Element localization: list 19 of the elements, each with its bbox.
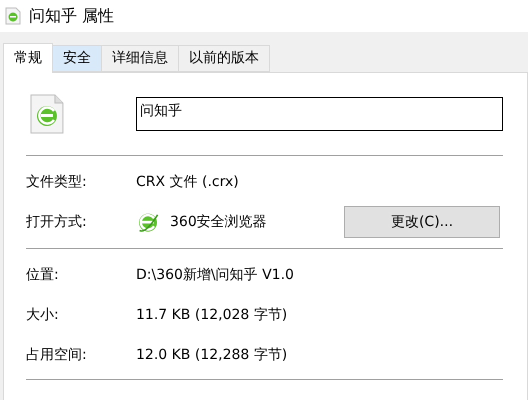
field-label: 大小: bbox=[26, 306, 60, 324]
window-title: 问知乎 属性 bbox=[29, 5, 114, 27]
field-label: 打开方式: bbox=[26, 212, 88, 232]
field-label: 位置: bbox=[26, 266, 60, 284]
tab[interactable]: 常规 bbox=[3, 43, 53, 73]
file-icon bbox=[30, 94, 64, 134]
field-value: 11.7 KB (12,028 字节) bbox=[136, 306, 288, 324]
field-value: 12.0 KB (12,288 字节) bbox=[136, 346, 288, 364]
change-button[interactable]: 更改(C)... bbox=[344, 206, 500, 238]
tab[interactable]: 安全 bbox=[53, 45, 102, 72]
field-label: 文件类型: bbox=[26, 172, 88, 192]
tab[interactable]: 以前的版本 bbox=[179, 45, 270, 72]
field-label: 占用空间: bbox=[26, 346, 88, 364]
file-icon bbox=[5, 7, 21, 25]
field-value: CRX 文件 (.crx) bbox=[136, 172, 239, 192]
field-value: D:\360新增\问知乎 V1.0 bbox=[136, 266, 294, 284]
field-value: 360安全浏览器 bbox=[170, 212, 268, 232]
name-field[interactable]: 问知乎 bbox=[136, 97, 503, 131]
tab[interactable]: 详细信息 bbox=[102, 45, 179, 72]
